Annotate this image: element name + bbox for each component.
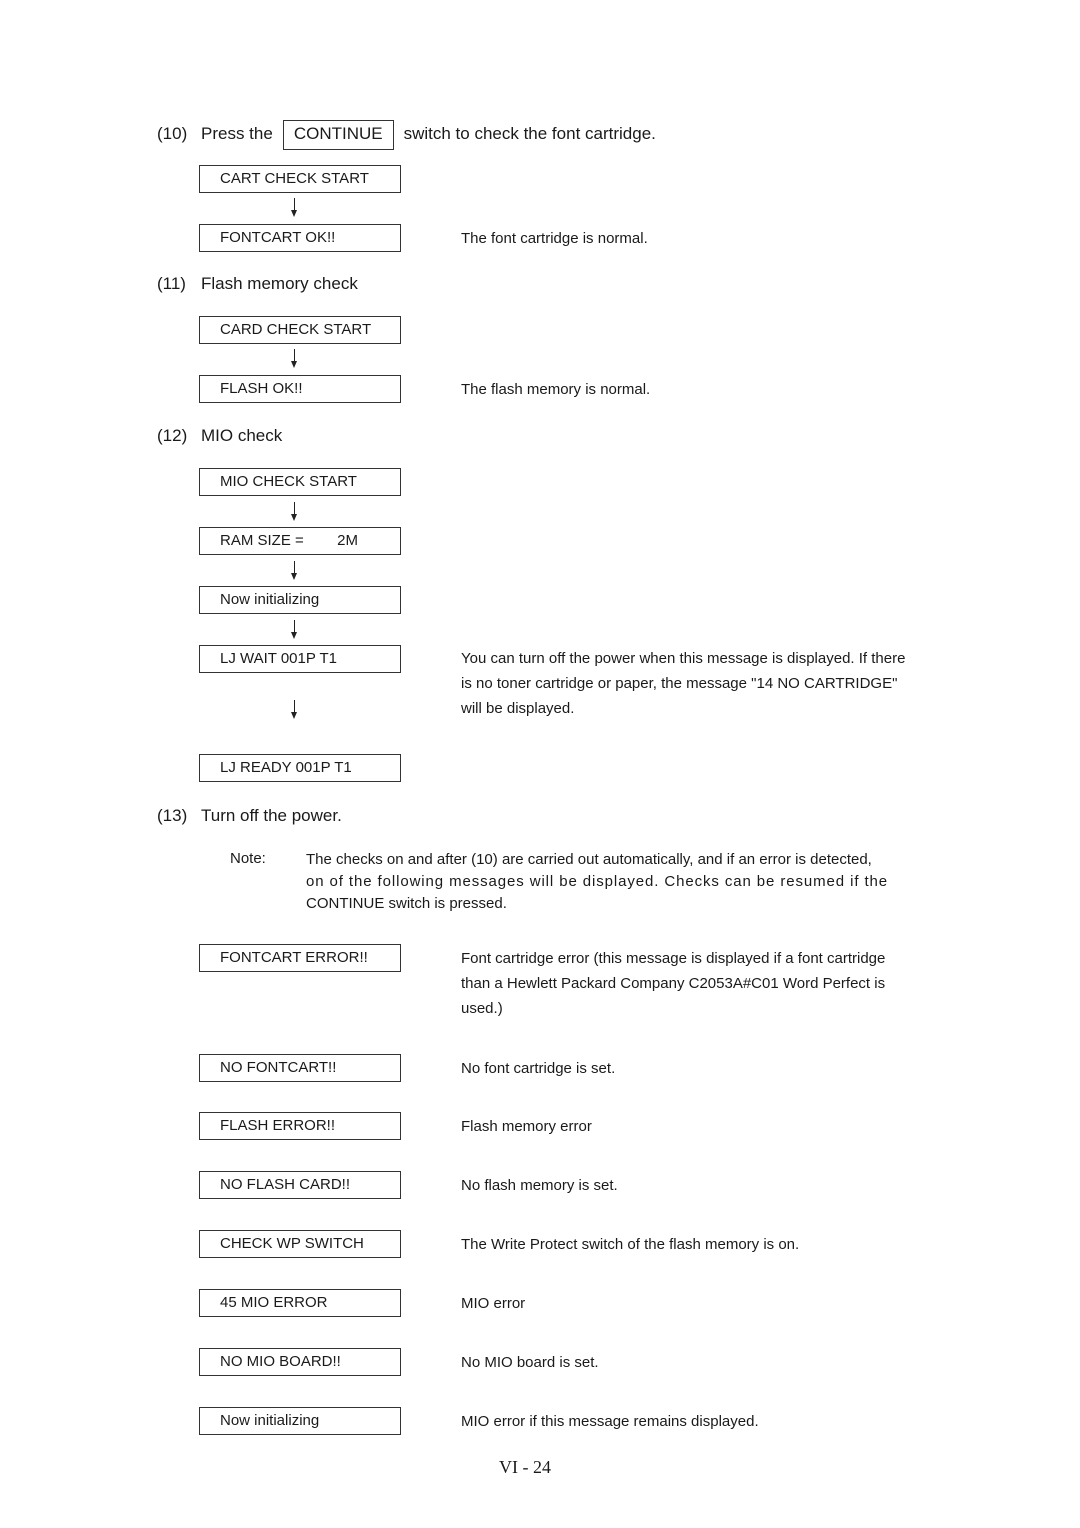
step-10-suffix: switch to check the font cartridge. <box>403 124 656 143</box>
step-number: (11) <box>157 274 186 293</box>
no-fontcart-description: No font cartridge is set. <box>461 1060 616 1077</box>
lcd-error-fontcart-error: FONTCART ERROR!! <box>199 944 401 972</box>
fontcart-error-description: Font cartridge error (this message is di… <box>461 946 941 1021</box>
step-13-heading: (13) Turn off the power. <box>157 806 342 826</box>
lcd-message-lj-wait: LJ WAIT 001P T1 <box>199 645 401 673</box>
description-line: used.) <box>461 1000 503 1017</box>
lcd-message-flash-ok: FLASH OK!! <box>199 375 401 403</box>
lcd-message-now-initializing: Now initializing <box>199 586 401 614</box>
lcd-message-card-check-start: CARD CHECK START <box>199 316 401 344</box>
down-arrow-icon <box>291 620 297 639</box>
lj-wait-description: You can turn off the power when this mes… <box>461 646 941 721</box>
description-line: will be displayed. <box>461 700 575 717</box>
step-13-title: Turn off the power. <box>201 806 342 825</box>
lcd-error-45-mio-error: 45 MIO ERROR <box>199 1289 401 1317</box>
description-line: Font cartridge error (this message is di… <box>461 950 886 967</box>
lcd-error-no-mio-board: NO MIO BOARD!! <box>199 1348 401 1376</box>
no-mio-board-description: No MIO board is set. <box>461 1354 599 1371</box>
step-11-heading: (11) Flash memory check <box>157 274 358 294</box>
description-line: than a Hewlett Packard Company C2053A#C0… <box>461 975 886 992</box>
flash-error-description: Flash memory error <box>461 1118 592 1135</box>
lcd-message-cart-check-start: CART CHECK START <box>199 165 401 193</box>
no-flash-card-description: No flash memory is set. <box>461 1177 618 1194</box>
note-line: CONTINUE switch is pressed. <box>306 895 507 912</box>
description-line: is no toner cartridge or paper, the mess… <box>461 675 898 692</box>
step-12-title: MIO check <box>201 426 283 445</box>
step-number: (13) <box>157 806 188 825</box>
step-12-heading: (12) MIO check <box>157 426 282 446</box>
down-arrow-icon <box>291 502 297 521</box>
step-number: (10) <box>157 124 188 143</box>
lcd-message-fontcart-ok: FONTCART OK!! <box>199 224 401 252</box>
continue-key-label: CONTINUE <box>282 120 394 150</box>
down-arrow-icon <box>291 561 297 580</box>
lcd-message-lj-ready: LJ READY 001P T1 <box>199 754 401 782</box>
down-arrow-icon <box>291 198 297 217</box>
lcd-message-mio-check-start: MIO CHECK START <box>199 468 401 496</box>
lcd-error-no-fontcart: NO FONTCART!! <box>199 1054 401 1082</box>
note-line: The checks on and after (10) are carried… <box>306 851 872 868</box>
step-number: (12) <box>157 426 188 445</box>
step-11-title: Flash memory check <box>201 274 358 293</box>
mio-error-description: MIO error <box>461 1295 526 1312</box>
page-number: VI - 24 <box>499 1457 551 1477</box>
check-wp-switch-description: The Write Protect switch of the flash me… <box>461 1236 800 1253</box>
lcd-error-no-flash-card: NO FLASH CARD!! <box>199 1171 401 1199</box>
note-text: The checks on and after (10) are carried… <box>306 849 934 915</box>
lcd-error-flash-error: FLASH ERROR!! <box>199 1112 401 1140</box>
lcd-message-ram-size: RAM SIZE = 2M <box>199 527 401 555</box>
note-line: on of the following messages will be dis… <box>306 873 889 890</box>
fontcart-ok-description: The font cartridge is normal. <box>461 230 648 247</box>
down-arrow-icon <box>291 700 297 719</box>
down-arrow-icon <box>291 349 297 368</box>
description-line: You can turn off the power when this mes… <box>461 650 906 667</box>
flash-ok-description: The flash memory is normal. <box>461 381 651 398</box>
now-initializing-error-description: MIO error if this message remains displa… <box>461 1413 759 1430</box>
lcd-error-check-wp-switch: CHECK WP SWITCH <box>199 1230 401 1258</box>
step-10-heading: (10) Press the CONTINUE switch to check the… <box>157 120 656 150</box>
lcd-error-now-initializing: Now initializing <box>199 1407 401 1435</box>
note-label: Note: <box>230 850 266 867</box>
step-10-prefix: Press the <box>201 124 273 143</box>
